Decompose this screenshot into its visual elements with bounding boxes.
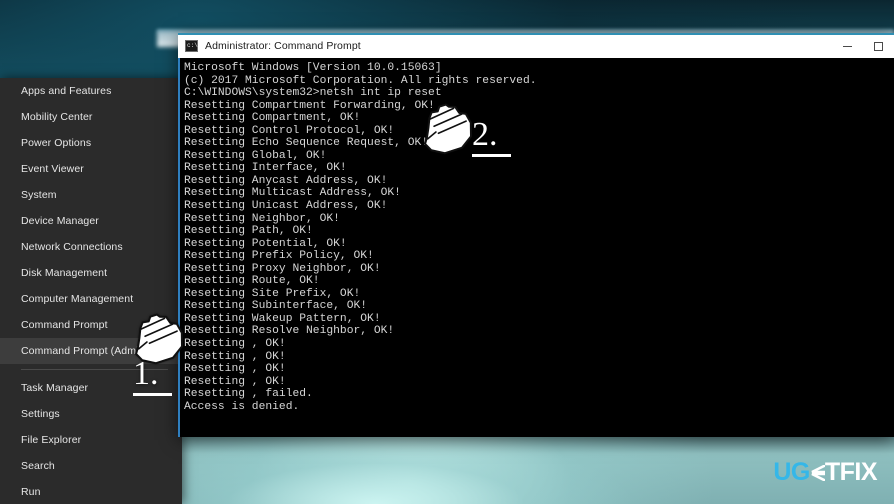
console-output-area[interactable]: Microsoft Windows [Version 10.0.15063] (c…: [178, 58, 894, 437]
console-line: Resetting Site Prefix, OK!: [184, 287, 361, 300]
console-line: Resetting Compartment Forwarding, OK!: [184, 99, 435, 112]
console-line: Resetting Anycast Address, OK!: [184, 174, 388, 187]
cmd-title-bar[interactable]: Administrator: Command Prompt: [178, 33, 894, 58]
menu-item-file-explorer[interactable]: File Explorer: [0, 427, 182, 453]
menu-item-mobility-center[interactable]: Mobility Center: [0, 104, 182, 130]
console-line: Resetting Global, OK!: [184, 149, 327, 162]
menu-item-power-options[interactable]: Power Options: [0, 130, 182, 156]
minimize-icon: [843, 46, 852, 47]
menu-item-disk-management[interactable]: Disk Management: [0, 260, 182, 286]
console-line: Resetting Wakeup Pattern, OK!: [184, 312, 381, 325]
step-2-label: 2.: [472, 116, 498, 153]
step-2-underline: [472, 154, 511, 157]
console-line: Resetting Interface, OK!: [184, 162, 347, 175]
menu-item-event-viewer[interactable]: Event Viewer: [0, 156, 182, 182]
console-line: Resetting Control Protocol, OK!: [184, 124, 395, 137]
menu-item-label: Mobility Center: [21, 111, 93, 123]
maximize-icon: [874, 42, 883, 51]
console-line: Resetting , failed.: [184, 388, 313, 401]
step-1-label: 1.: [133, 355, 159, 392]
menu-item-network-connections[interactable]: Network Connections: [0, 234, 182, 260]
watermark-part-3: TFIX: [824, 458, 878, 486]
console-line: (c) 2017 Microsoft Corporation. All righ…: [184, 74, 537, 87]
menu-item-label: System: [21, 189, 57, 201]
menu-item-label: Apps and Features: [21, 85, 112, 97]
ugetfix-watermark: UG TFIX: [773, 458, 877, 487]
step-number-1: 1.: [133, 357, 172, 396]
command-prompt-window[interactable]: Administrator: Command Prompt Microsoft …: [178, 33, 894, 437]
console-line: Resetting Proxy Neighbor, OK!: [184, 262, 381, 275]
step-number-2: 2.: [472, 118, 511, 157]
console-line: Resetting , OK!: [184, 338, 286, 351]
menu-item-label: Computer Management: [21, 293, 134, 305]
winx-power-user-menu[interactable]: Apps and Features Mobility Center Power Op…: [0, 78, 182, 504]
menu-item-label: Settings: [21, 408, 60, 420]
console-line: Access is denied.: [184, 400, 300, 413]
menu-item-label: Task Manager: [21, 382, 89, 394]
console-line: Resetting , OK!: [184, 350, 286, 363]
menu-item-settings[interactable]: Settings: [0, 401, 182, 427]
menu-item-label: Device Manager: [21, 215, 99, 227]
console-line: Resetting , OK!: [184, 375, 286, 388]
menu-item-label: Network Connections: [21, 241, 123, 253]
maximize-button[interactable]: [863, 34, 894, 59]
console-line: Resetting Multicast Address, OK!: [184, 187, 401, 200]
console-icon: [185, 40, 198, 52]
watermark-part-1: UG: [773, 458, 810, 486]
menu-item-label: Run: [21, 486, 41, 498]
menu-item-search[interactable]: Search: [0, 453, 182, 479]
watermark-e-glyph-icon: [810, 460, 825, 485]
menu-item-device-manager[interactable]: Device Manager: [0, 208, 182, 234]
console-line: Resetting Prefix Policy, OK!: [184, 250, 374, 263]
menu-item-apps-and-features[interactable]: Apps and Features: [0, 78, 182, 104]
menu-item-label: Command Prompt: [21, 319, 108, 331]
console-line: Resetting Subinterface, OK!: [184, 300, 368, 313]
console-line: Resetting Route, OK!: [184, 275, 320, 288]
cmd-window-title: Administrator: Command Prompt: [205, 40, 361, 52]
console-line: Resetting Echo Sequence Request, OK!: [184, 137, 429, 150]
menu-item-label: Search: [21, 460, 55, 472]
console-line: Resetting Path, OK!: [184, 225, 313, 238]
console-line: Resetting Neighbor, OK!: [184, 212, 340, 225]
console-line: C:\WINDOWS\system32>netsh int ip reset: [184, 87, 442, 100]
menu-item-system[interactable]: System: [0, 182, 182, 208]
menu-item-label: File Explorer: [21, 434, 82, 446]
console-line: Resetting Resolve Neighbor, OK!: [184, 325, 395, 338]
minimize-button[interactable]: [832, 34, 863, 59]
step-1-underline: [133, 393, 172, 396]
console-line: Resetting , OK!: [184, 363, 286, 376]
console-line: Resetting Potential, OK!: [184, 237, 347, 250]
console-line: Microsoft Windows [Version 10.0.15063]: [184, 62, 442, 74]
menu-item-label: Event Viewer: [21, 163, 84, 175]
menu-item-label: Power Options: [21, 137, 92, 149]
menu-item-label: Disk Management: [21, 267, 108, 279]
menu-item-run[interactable]: Run: [0, 479, 182, 504]
console-line: Resetting Unicast Address, OK!: [184, 200, 388, 213]
console-line: Resetting Compartment, OK!: [184, 112, 361, 125]
window-controls[interactable]: [832, 34, 894, 59]
